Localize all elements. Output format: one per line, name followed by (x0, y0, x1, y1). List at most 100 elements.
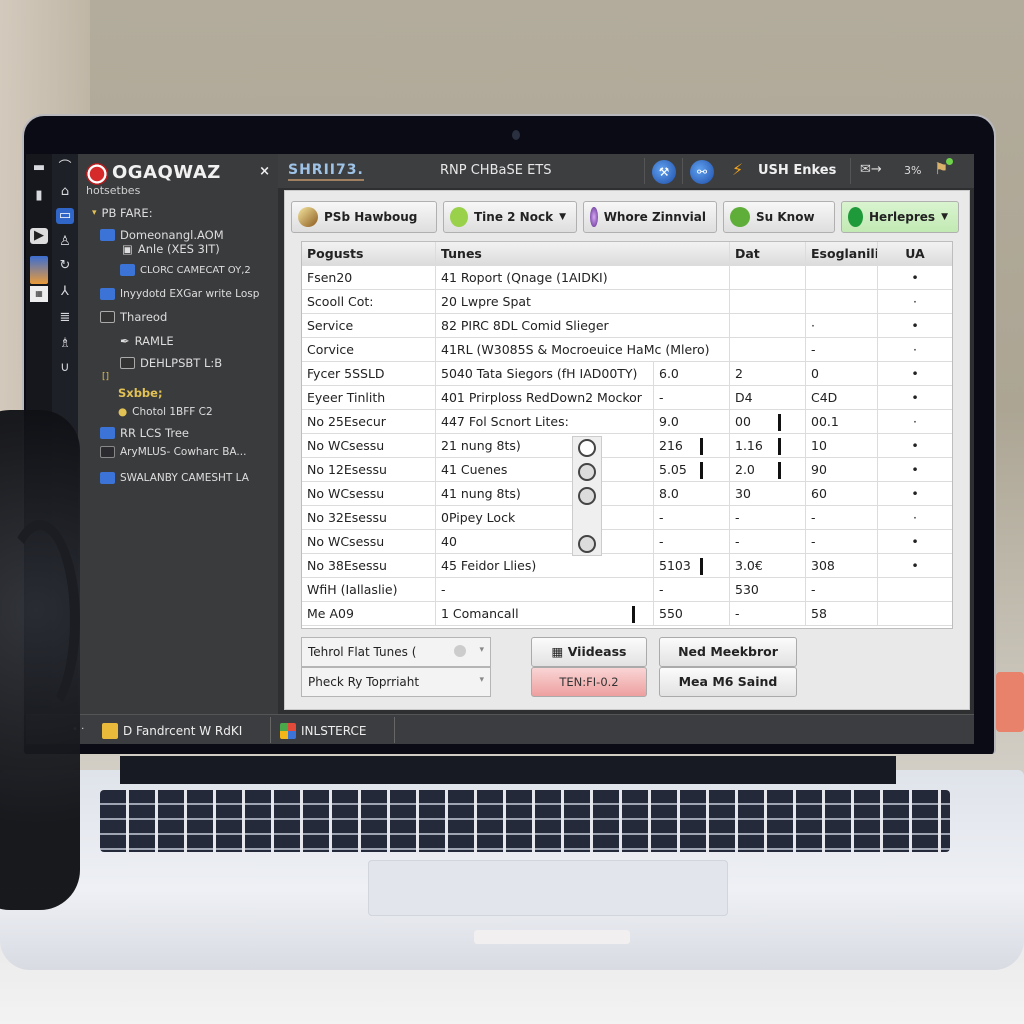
toolbar-button[interactable]: Whore Zinnvial (583, 201, 717, 233)
table-cell: 0Pipey Lock (436, 506, 654, 530)
tools-icon[interactable]: ⚒ (652, 160, 676, 184)
table-cell (806, 290, 878, 314)
taskbar: • · D Fandrcent W RdKI INLSTERCE (26, 714, 974, 744)
taskbar-item[interactable]: INLSTERCE (280, 720, 366, 742)
column-header[interactable]: UA (878, 242, 952, 266)
image-icon[interactable]: ▶ (30, 228, 48, 244)
table-row[interactable]: Me A09 1 Comancall 550-58 (302, 602, 952, 626)
tree-item[interactable]: Inyydotd EXGar write Losp (100, 288, 259, 300)
usb-status[interactable]: USH Enkes (758, 163, 836, 178)
table-row[interactable]: No WCsessu 21 nung 8ts) 216 1.16 10 • (302, 434, 952, 458)
window-icon[interactable]: ▭ (56, 208, 74, 224)
table-cell: - (436, 578, 654, 602)
mail-icon[interactable]: ✉→ (860, 162, 882, 177)
table-cell: No WCsessu (302, 530, 436, 554)
videos-button[interactable]: ▦ Viideass (531, 637, 647, 667)
laptop-screen: ▬ ▮ ▶ ▦ ⌒ ⌂ ▭ ♙ ↻ ⅄ ≣ ♗ ∪ OGAQWAZ × hots… (26, 154, 974, 744)
tunes-combo[interactable]: Tehrol Flat Tunes (▾ (301, 637, 491, 667)
tree-item[interactable]: ▣ Anle (XES 3IT) (122, 242, 220, 256)
table-row[interactable]: Service 82 PIRC 8DL Comid Slieger · • (302, 314, 952, 338)
radio-button[interactable] (578, 487, 596, 505)
table-row[interactable]: Scooll Cot: 20 Lwpre Spat · (302, 290, 952, 314)
image-icon (120, 357, 135, 369)
flag-icon[interactable]: ⚑ (934, 158, 954, 178)
table-row[interactable]: No 25Esecur 447 Fol Scnort Lites: 9.0 00 00.… (302, 410, 952, 434)
link-icon[interactable]: ⚯ (690, 160, 714, 184)
table-cell: - (730, 530, 806, 554)
column-header[interactable]: Esoglanili (806, 242, 878, 266)
tree-item[interactable]: Sxbbe; (118, 386, 163, 400)
tree-item[interactable]: Domeonangl.AOM (100, 228, 224, 242)
workspace-tab[interactable]: SHRII73. (288, 162, 364, 181)
toolbar-button[interactable]: Tine 2 Nock ▼ (443, 201, 577, 233)
quill-icon: ✒ (120, 334, 130, 348)
table-row[interactable]: No 32Esessu 0Pipey Lock - - - · (302, 506, 952, 530)
tree-item[interactable]: AryMLUS- Cowharc BA... (100, 446, 246, 458)
toolbar-button[interactable]: PSb Hawboug (291, 201, 437, 233)
table-cell: 20 Lwpre Spat (436, 290, 730, 314)
table-cell: No WCsessu (302, 434, 436, 458)
radio-button[interactable] (578, 439, 596, 457)
tree-item[interactable]: CLORC CAMECAT OY,2 (120, 264, 251, 276)
leaf-icon (848, 207, 863, 227)
table-row[interactable]: Fycer 5SSLD 5040 Tata Siegors (fH IAD00TY… (302, 362, 952, 386)
table-row[interactable]: No 38Esessu 45 Feidor Llies) 5103 3.0€ 308 • (302, 554, 952, 578)
radio-button[interactable] (578, 463, 596, 481)
taskbar-item[interactable]: D Fandrcent W RdKI (102, 720, 242, 742)
table-cell: · (913, 342, 917, 357)
mea-button[interactable]: Mea M6 Saind (659, 667, 797, 697)
tree-item[interactable]: [] (102, 372, 109, 382)
column-header[interactable]: Pogusts (302, 242, 436, 266)
toolbar-button[interactable]: Su Know (723, 201, 835, 233)
tree-item[interactable]: DEHLPSBT L:B (120, 356, 222, 370)
sync-icon[interactable]: ↻ (56, 258, 74, 274)
person-icon[interactable]: ⅄ (56, 284, 74, 300)
document-icon[interactable] (30, 256, 48, 284)
table-cell: Scooll Cot: (302, 290, 436, 314)
terminal-icon (100, 446, 115, 458)
check-combo[interactable]: Pheck Ry Toprriaht ▾ (301, 667, 491, 697)
table-row[interactable]: No WCsessu 40- - - • (302, 530, 952, 554)
table-row[interactable]: WfiH (Iallaslie) - -530- (302, 578, 952, 602)
table-cell: - (806, 338, 878, 362)
table-row[interactable]: Corvice 41RL (W3085S & Mocroeuice HaMc (M… (302, 338, 952, 362)
robot-icon[interactable]: ♗ (56, 336, 74, 352)
table-cell: 401 Prirploss RedDown2 Mockor (436, 386, 654, 410)
divider (270, 717, 271, 743)
tree-item[interactable]: ✒ RAMLE (120, 334, 174, 348)
table-cell: - (806, 578, 878, 602)
folder-icon (120, 264, 135, 276)
tree-item[interactable]: ▾ PB FARE: (92, 206, 153, 220)
table-row[interactable]: Eyeer Tinlith 401 Prirploss RedDown2 Mock… (302, 386, 952, 410)
need-button[interactable]: Ned Meekbror (659, 637, 797, 667)
table-cell: 5.05 (654, 458, 730, 482)
table-row[interactable]: No 12Esessu 41 Cuenes 5.05 2.0 90 • (302, 458, 952, 482)
slider-icon[interactable]: ▮ (30, 188, 48, 216)
close-icon[interactable]: × (259, 164, 270, 179)
mail-arrow: → (870, 162, 882, 177)
film-icon: ▦ (551, 644, 568, 659)
grid-icon[interactable]: ▦ (30, 286, 48, 302)
printer-icon[interactable]: ⌂ (56, 184, 74, 200)
radio-button[interactable] (578, 535, 596, 553)
tree-item[interactable]: RR LCS Tree (100, 426, 189, 440)
table-cell: • (911, 438, 919, 453)
user-icon[interactable]: ♙ (56, 234, 74, 250)
toolbar-button[interactable]: Herlepres ▼ (841, 201, 959, 233)
menu-icon[interactable]: ▬ (30, 160, 48, 176)
column-header[interactable]: Tunes (436, 242, 730, 266)
chevron-down-icon: ▾ (479, 675, 484, 685)
wifi-icon[interactable]: ⌒ (56, 160, 74, 176)
tree-item[interactable]: Thareod (100, 310, 167, 324)
table-cell: • (911, 366, 919, 381)
tree-item[interactable]: ● Chotol 1BFF C2 (118, 406, 213, 418)
magnet-icon[interactable]: ∪ (56, 360, 74, 376)
tree-item[interactable]: SWALANBY CAMESHT LA (100, 472, 249, 484)
column-marker (632, 606, 635, 623)
tension-button[interactable]: TEN:FI-0.2 (531, 667, 647, 697)
column-header[interactable]: Dat (730, 242, 806, 266)
table-row[interactable]: No WCsessu 41 nung 8ts) 8.0 30 60 • (302, 482, 952, 506)
table-row[interactable]: Fsen20 41 Roport (Qnage (1AIDKI) • (302, 266, 952, 290)
disc-icon (454, 645, 466, 657)
list-icon[interactable]: ≣ (56, 310, 74, 326)
